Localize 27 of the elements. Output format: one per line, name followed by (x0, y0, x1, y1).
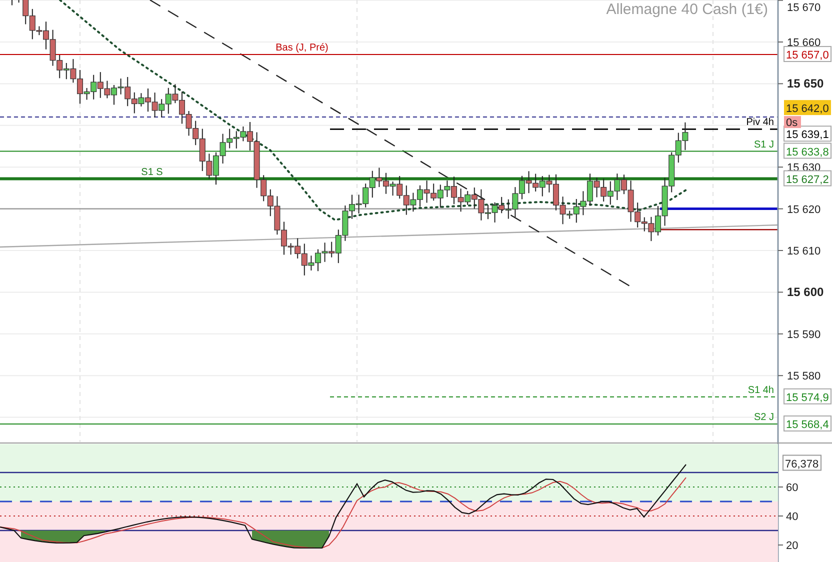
axis-label: 15 610 (787, 246, 821, 258)
level-tag: 15 568,4 (784, 415, 832, 432)
axis-label: 15 620 (787, 204, 821, 216)
countdown-tag: 0s (784, 116, 801, 130)
level-label: S1 4h (748, 384, 774, 396)
axis-label: 15 590 (787, 328, 821, 341)
axis-label: 15 580 (787, 370, 821, 383)
axis-label: 20 (786, 540, 798, 552)
level-tag: 15 627,2 (784, 170, 832, 186)
level-tag: 15 657,0 (784, 46, 832, 62)
axis-label: 15 650 (787, 76, 824, 91)
level-label: S1 J (754, 139, 774, 150)
level-tag: 15 639,1 (784, 126, 832, 142)
level-label: S2 J (754, 412, 774, 423)
axis-label: 15 670 (787, 2, 821, 14)
level-tag: 15 574,9 (784, 388, 832, 404)
price-tag: 15 642,0 (784, 100, 831, 116)
chart-title: Allemagne 40 Cash (1€) (606, 1, 768, 18)
axis-label: 60 (786, 482, 798, 494)
level-label: Bas (J, Pré) (276, 42, 328, 54)
axis-label: 15 600 (787, 285, 824, 300)
axis-label: 15 660 (787, 37, 821, 49)
level-tag: 15 633,8 (784, 142, 832, 159)
level-label: Piv 4h (746, 117, 774, 128)
oscillator-tag: 76,378 (782, 454, 822, 471)
axis-label: 40 (786, 511, 798, 523)
level-label: S1 S (141, 166, 163, 178)
